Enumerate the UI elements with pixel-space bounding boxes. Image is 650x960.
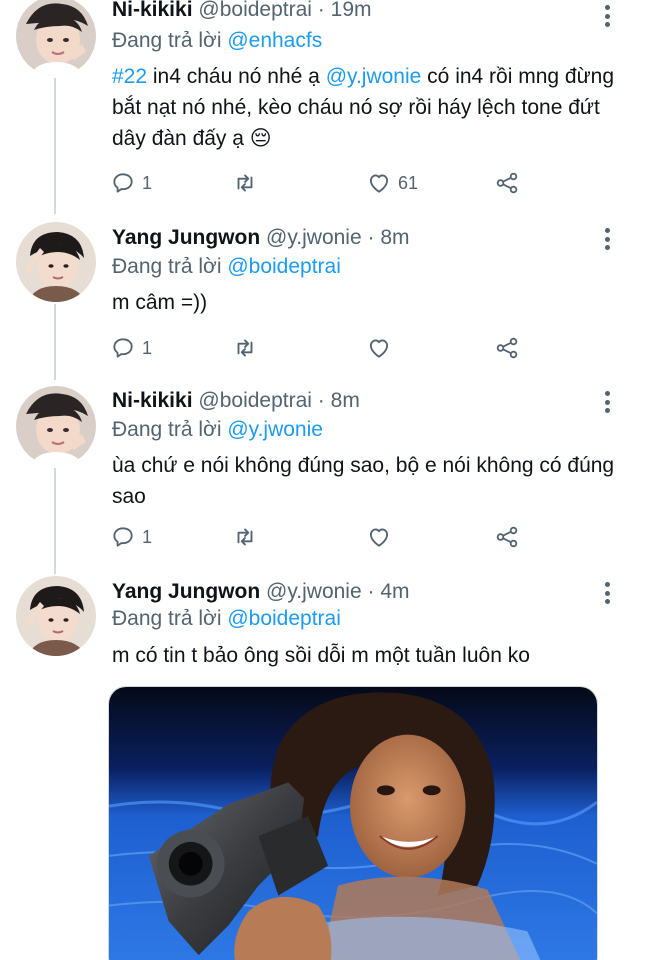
replying-to-label: Đang trả lời bbox=[112, 607, 228, 630]
display-name[interactable]: Ni-kikiki bbox=[112, 389, 193, 412]
more-vertical-icon bbox=[604, 245, 610, 250]
mention-link[interactable]: @y.jwonie bbox=[326, 65, 422, 88]
share-button[interactable] bbox=[494, 522, 520, 552]
share-icon bbox=[496, 526, 518, 548]
reply-icon bbox=[113, 527, 133, 547]
more-options-button[interactable] bbox=[596, 389, 618, 415]
display-name[interactable]: Yang Jungwon bbox=[112, 580, 260, 603]
like-button[interactable] bbox=[366, 333, 398, 363]
display-name[interactable]: Yang Jungwon bbox=[112, 226, 260, 249]
timestamp[interactable]: 8m bbox=[331, 389, 360, 412]
more-vertical-icon bbox=[604, 228, 610, 233]
reply-button[interactable]: 1 bbox=[110, 522, 152, 552]
timestamp[interactable]: 4m bbox=[380, 580, 409, 603]
more-vertical-icon bbox=[604, 236, 610, 242]
thread-line bbox=[54, 78, 56, 214]
tweet-text: ùa chứ e nói không đúng sao, bộ e nói kh… bbox=[112, 454, 615, 508]
retweet-button[interactable] bbox=[232, 522, 264, 552]
more-vertical-icon bbox=[604, 599, 610, 604]
more-vertical-icon bbox=[604, 582, 610, 587]
heart-icon bbox=[369, 528, 389, 547]
reply-button[interactable]: 1 bbox=[110, 333, 152, 363]
timestamp[interactable]: 8m bbox=[380, 226, 409, 249]
more-vertical-icon bbox=[604, 22, 610, 27]
tweet-text: m có tin t bảo ông sồi dỗi m một tuần lu… bbox=[112, 644, 530, 667]
replying-to-label: Đang trả lời bbox=[112, 255, 228, 278]
replying-to: Đang trả lời @boideptrai bbox=[112, 255, 341, 279]
share-icon bbox=[496, 337, 518, 359]
more-vertical-icon bbox=[604, 408, 610, 413]
username[interactable]: @boideptrai bbox=[198, 0, 312, 21]
username[interactable]: @y.jwonie bbox=[266, 226, 362, 249]
reply-button[interactable]: 1 bbox=[110, 168, 152, 198]
retweet-icon bbox=[237, 528, 253, 546]
thread-line bbox=[54, 304, 56, 380]
tweet-header: Yang Jungwon @y.jwonie · 8m bbox=[112, 226, 410, 250]
avatar[interactable] bbox=[16, 222, 96, 302]
avatar[interactable] bbox=[16, 576, 96, 656]
tweet-text-part: in4 cháu nó nhé ạ bbox=[147, 65, 326, 88]
tweet-image[interactable] bbox=[108, 686, 598, 960]
retweet-icon bbox=[237, 174, 253, 192]
more-options-button[interactable] bbox=[596, 3, 618, 29]
like-count: 61 bbox=[398, 172, 419, 193]
tweet-text: m câm =)) bbox=[112, 291, 208, 314]
replying-to-label: Đang trả lời bbox=[112, 418, 228, 441]
like-button[interactable] bbox=[366, 522, 398, 552]
more-options-button[interactable] bbox=[596, 226, 618, 252]
more-vertical-icon bbox=[604, 399, 610, 405]
separator-dot: · bbox=[317, 389, 325, 412]
more-vertical-icon bbox=[604, 13, 610, 19]
reply-count: 1 bbox=[142, 172, 153, 193]
username[interactable]: @y.jwonie bbox=[266, 580, 362, 603]
reply-count: 1 bbox=[142, 526, 153, 547]
separator-dot: · bbox=[317, 0, 325, 21]
pensive-emoji: 😔 bbox=[249, 127, 272, 150]
heart-icon bbox=[369, 339, 389, 358]
replying-to-mention[interactable]: @boideptrai bbox=[227, 607, 341, 630]
share-button[interactable] bbox=[494, 168, 520, 198]
tweet-header: Ni-kikiki @boideptrai · 19m bbox=[112, 0, 372, 22]
avatar[interactable] bbox=[16, 0, 96, 76]
more-vertical-icon bbox=[604, 5, 610, 10]
more-vertical-icon bbox=[604, 590, 610, 596]
more-options-button[interactable] bbox=[596, 580, 618, 606]
thread-line bbox=[54, 468, 56, 574]
replying-to: Đang trả lời @boideptrai bbox=[112, 607, 341, 631]
reply-icon bbox=[113, 338, 133, 358]
retweet-button[interactable] bbox=[232, 333, 264, 363]
avatar[interactable] bbox=[16, 386, 96, 466]
reply-count: 1 bbox=[142, 337, 153, 358]
more-vertical-icon bbox=[604, 391, 610, 396]
hashtag-link[interactable]: #22 bbox=[112, 65, 147, 88]
retweet-icon bbox=[237, 339, 253, 357]
tweet-header: Ni-kikiki @boideptrai · 8m bbox=[112, 389, 360, 413]
replying-to: Đang trả lời @enhacfs bbox=[112, 29, 322, 53]
tweet-actions: 1 61 bbox=[110, 168, 540, 198]
share-icon bbox=[496, 172, 518, 194]
separator-dot: · bbox=[367, 580, 375, 603]
reply-icon bbox=[113, 173, 133, 193]
replying-to: Đang trả lời @y.jwonie bbox=[112, 418, 323, 442]
timestamp[interactable]: 19m bbox=[331, 0, 372, 21]
replying-to-mention[interactable]: @enhacfs bbox=[227, 29, 322, 52]
username[interactable]: @boideptrai bbox=[198, 389, 312, 412]
like-button[interactable]: 61 bbox=[366, 168, 418, 198]
heart-icon bbox=[369, 174, 389, 193]
tweet-actions: 1 bbox=[110, 522, 540, 552]
share-button[interactable] bbox=[494, 333, 520, 363]
separator-dot: · bbox=[367, 226, 375, 249]
display-name[interactable]: Ni-kikiki bbox=[112, 0, 193, 21]
replying-to-mention[interactable]: @boideptrai bbox=[227, 255, 341, 278]
replying-to-mention[interactable]: @y.jwonie bbox=[227, 418, 323, 441]
retweet-button[interactable] bbox=[232, 168, 264, 198]
tweet-actions: 1 bbox=[110, 333, 540, 363]
tweet-text: #22 in4 cháu nó nhé ạ @y.jwonie có in4 r… bbox=[112, 61, 622, 154]
replying-to-label: Đang trả lời bbox=[112, 29, 228, 52]
tweet-header: Yang Jungwon @y.jwonie · 4m bbox=[112, 580, 410, 604]
